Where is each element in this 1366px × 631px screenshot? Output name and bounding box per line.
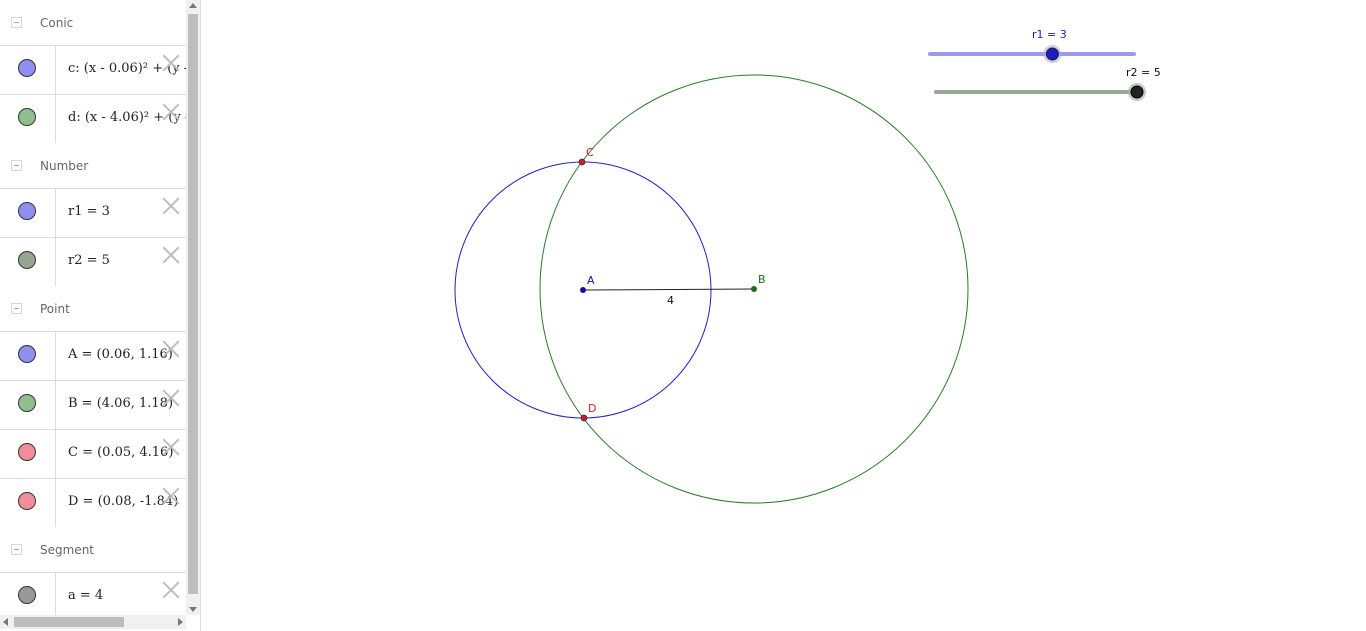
point-a[interactable] — [580, 287, 586, 293]
collapse-toggle-icon[interactable] — [11, 303, 22, 314]
graphics-canvas[interactable]: 4 A B C D r1 = 3 r2 = 5 — [201, 0, 1366, 631]
point-c[interactable] — [578, 158, 586, 166]
segment-a-label: 4 — [667, 294, 674, 307]
delete-icon[interactable] — [162, 581, 180, 599]
visibility-cell[interactable] — [0, 95, 56, 143]
delete-icon[interactable] — [162, 389, 180, 407]
collapse-toggle-icon[interactable] — [11, 17, 22, 28]
slider-r2-knob[interactable] — [1130, 85, 1144, 99]
group-label: Conic — [40, 16, 74, 30]
algebra-item[interactable]: d: (x - 4.06)² + (y - 1.18)² = 25 — [0, 94, 186, 143]
slider-r1-knob[interactable] — [1045, 47, 1059, 61]
visibility-toggle-icon[interactable] — [18, 202, 36, 220]
algebra-definition[interactable]: C = (0.05, 4.16) — [68, 445, 173, 460]
visibility-cell[interactable] — [0, 46, 56, 94]
vertical-scrollbar[interactable] — [186, 0, 200, 615]
point-b[interactable] — [751, 286, 757, 292]
slider-r1-label: r1 = 3 — [1032, 28, 1067, 41]
delete-icon[interactable] — [162, 438, 180, 456]
vertical-scroll-thumb[interactable] — [188, 14, 198, 594]
visibility-cell[interactable] — [0, 189, 56, 237]
point-a-label: A — [587, 274, 595, 287]
collapse-toggle-icon[interactable] — [11, 544, 22, 555]
point-d-label: D — [588, 402, 596, 415]
collapse-toggle-icon[interactable] — [11, 160, 22, 171]
algebra-view: Conic c: (x - 0.06)² + (y - 1.16)² = 9d: … — [0, 0, 201, 631]
algebra-item[interactable]: r2 = 5 — [0, 237, 186, 286]
visibility-toggle-icon[interactable] — [18, 443, 36, 461]
scroll-left-arrow-icon[interactable] — [3, 618, 8, 626]
algebra-item[interactable]: B = (4.06, 1.18) — [0, 380, 186, 429]
segment-a[interactable] — [582, 288, 755, 291]
delete-icon[interactable] — [162, 246, 180, 264]
algebra-item[interactable]: C = (0.05, 4.16) — [0, 429, 186, 478]
group-header-point: Point — [0, 286, 186, 331]
slider-r2-label: r2 = 5 — [1126, 66, 1161, 79]
visibility-cell[interactable] — [0, 381, 56, 429]
delete-icon[interactable] — [162, 103, 180, 121]
visibility-toggle-icon[interactable] — [18, 59, 36, 77]
group-label: Segment — [40, 543, 94, 557]
visibility-toggle-icon[interactable] — [18, 492, 36, 510]
group-header-conic: Conic — [0, 0, 186, 45]
visibility-toggle-icon[interactable] — [18, 586, 36, 604]
algebra-definition[interactable]: A = (0.06, 1.16) — [68, 347, 173, 362]
horizontal-scrollbar[interactable] — [0, 615, 186, 629]
graphics-view[interactable]: 4 A B C D r1 = 3 r2 = 5 — [201, 0, 1366, 631]
algebra-definition[interactable]: B = (4.06, 1.18) — [68, 396, 173, 411]
visibility-toggle-icon[interactable] — [18, 108, 36, 126]
visibility-cell[interactable] — [0, 430, 56, 478]
algebra-definition[interactable]: r2 = 5 — [68, 253, 110, 268]
group-label: Number — [40, 159, 89, 173]
group-header-segment: Segment — [0, 527, 186, 572]
slider-r2[interactable]: r2 = 5 — [934, 66, 1161, 101]
horizontal-scroll-thumb[interactable] — [14, 617, 124, 627]
algebra-item[interactable]: a = 4 — [0, 572, 186, 615]
algebra-item[interactable]: A = (0.06, 1.16) — [0, 331, 186, 380]
visibility-cell[interactable] — [0, 332, 56, 380]
visibility-cell[interactable] — [0, 573, 56, 615]
group-label: Point — [40, 302, 70, 316]
scroll-down-arrow-icon[interactable] — [189, 607, 197, 612]
visibility-toggle-icon[interactable] — [18, 394, 36, 412]
scroll-up-arrow-icon[interactable] — [189, 3, 197, 8]
delete-icon[interactable] — [162, 487, 180, 505]
algebra-definition[interactable]: r1 = 3 — [68, 204, 110, 219]
delete-icon[interactable] — [162, 340, 180, 358]
point-d[interactable] — [580, 414, 588, 422]
point-c-label: C — [586, 146, 594, 159]
visibility-cell[interactable] — [0, 479, 56, 527]
algebra-list: Conic c: (x - 0.06)² + (y - 1.16)² = 9d: … — [0, 0, 186, 615]
visibility-toggle-icon[interactable] — [18, 251, 36, 269]
slider-r1[interactable]: r1 = 3 — [928, 28, 1136, 63]
visibility-toggle-icon[interactable] — [18, 345, 36, 363]
algebra-definition[interactable]: a = 4 — [68, 588, 103, 603]
delete-icon[interactable] — [162, 197, 180, 215]
point-b-label: B — [758, 273, 766, 286]
scroll-right-arrow-icon[interactable] — [178, 618, 183, 626]
algebra-item[interactable]: D = (0.08, -1.84) — [0, 478, 186, 527]
delete-icon[interactable] — [162, 54, 180, 72]
group-header-number: Number — [0, 143, 186, 188]
visibility-cell[interactable] — [0, 238, 56, 286]
algebra-item[interactable]: c: (x - 0.06)² + (y - 1.16)² = 9 — [0, 45, 186, 94]
algebra-item[interactable]: r1 = 3 — [0, 188, 186, 237]
